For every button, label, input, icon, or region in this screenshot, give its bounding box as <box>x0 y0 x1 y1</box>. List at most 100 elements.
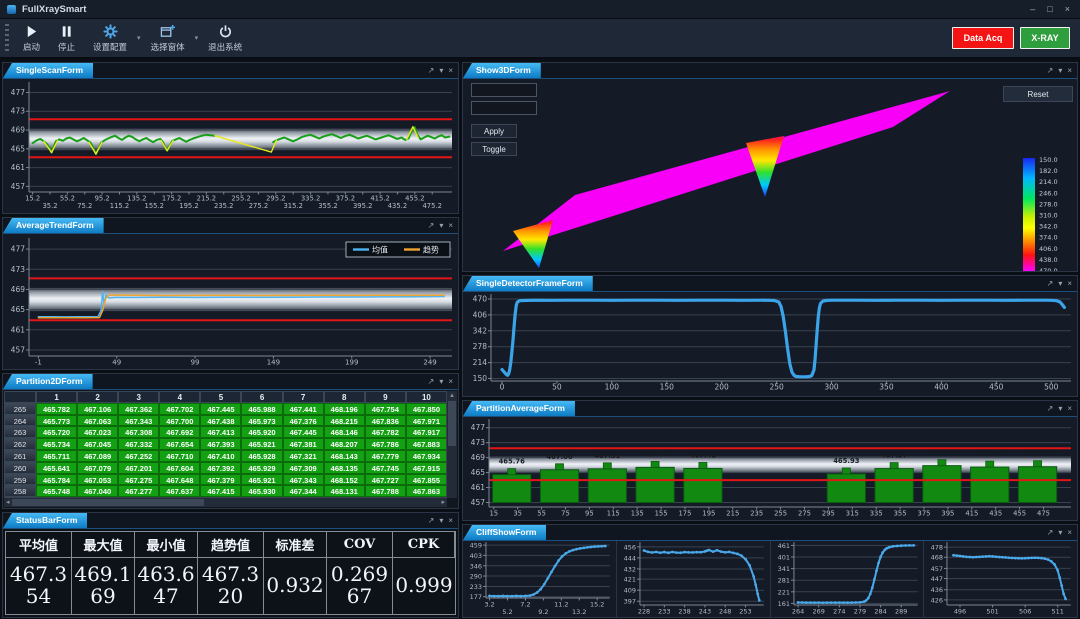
maximize-icon[interactable]: □ <box>1047 4 1052 14</box>
table-cell[interactable]: 467.413 <box>200 426 241 438</box>
table-column-header[interactable]: 10 <box>406 391 447 403</box>
table-cell[interactable]: 467.692 <box>159 426 200 438</box>
partition-table[interactable]: 12345678910265465.782467.106467.362467.7… <box>4 391 447 498</box>
table-cell[interactable]: 468.146 <box>324 426 365 438</box>
table-cell[interactable]: 467.332 <box>118 438 159 450</box>
table-row-header[interactable]: 262 <box>4 438 36 450</box>
table-column-header[interactable]: 1 <box>36 391 77 403</box>
table-vertical-scrollbar[interactable]: ▴ <box>446 391 457 498</box>
table-cell[interactable]: 468.135 <box>324 462 365 474</box>
tab-average-trend[interactable]: AverageTrendForm <box>3 218 104 233</box>
toolbar-button-settings[interactable]: 设置配置 <box>84 22 136 55</box>
close-icon[interactable]: × <box>448 66 453 75</box>
vertical-scroll-thumb[interactable] <box>448 401 456 446</box>
table-cell[interactable]: 468.196 <box>324 403 365 415</box>
table-cell[interactable]: 467.782 <box>365 426 406 438</box>
table-cell[interactable]: 467.700 <box>159 415 200 427</box>
float-icon[interactable]: ↗ <box>428 221 435 230</box>
table-cell[interactable]: 467.308 <box>118 426 159 438</box>
table-row-header[interactable]: 264 <box>4 415 36 427</box>
tab-status-bar[interactable]: StatusBarForm <box>3 513 87 528</box>
table-cell[interactable]: 467.343 <box>283 474 324 486</box>
table-cell[interactable]: 467.883 <box>406 438 447 450</box>
toolbar-button-stop[interactable]: 停止 <box>49 22 84 55</box>
close-icon[interactable]: × <box>448 377 453 386</box>
table-column-header[interactable]: 2 <box>77 391 118 403</box>
collapse-icon[interactable]: ▾ <box>439 66 443 75</box>
table-cell[interactable]: 467.702 <box>159 403 200 415</box>
table-cell[interactable]: 467.850 <box>406 403 447 415</box>
table-cell[interactable]: 467.934 <box>406 450 447 462</box>
table-cell[interactable]: 467.445 <box>200 403 241 415</box>
table-cell[interactable]: 468.143 <box>324 450 365 462</box>
table-cell[interactable]: 467.277 <box>118 485 159 497</box>
table-row-header[interactable]: 259 <box>4 474 36 486</box>
surface-3d-plot[interactable]: 150.0182.0214.0246.0278.0310.0342.0374.0… <box>463 79 1077 271</box>
collapse-icon[interactable]: ▾ <box>439 377 443 386</box>
table-cell[interactable]: 467.855 <box>406 474 447 486</box>
table-horizontal-scrollbar[interactable]: ◂▸ <box>4 497 447 507</box>
reset-button[interactable]: Reset <box>1003 86 1073 102</box>
close-icon[interactable]: × <box>1067 528 1072 537</box>
table-column-header[interactable]: 7 <box>283 391 324 403</box>
table-cell[interactable]: 467.040 <box>77 485 118 497</box>
toggle-button[interactable]: Toggle <box>471 142 517 156</box>
float-icon[interactable]: ↗ <box>428 377 435 386</box>
table-cell[interactable]: 465.921 <box>241 438 282 450</box>
close-icon[interactable]: × <box>1067 404 1072 413</box>
table-cell[interactable]: 467.379 <box>200 474 241 486</box>
threed-input-2[interactable] <box>471 101 537 115</box>
table-column-header[interactable]: 6 <box>241 391 282 403</box>
collapse-icon[interactable]: ▾ <box>1058 404 1062 413</box>
table-cell[interactable]: 467.392 <box>200 462 241 474</box>
table-row-header[interactable]: 260 <box>4 462 36 474</box>
table-cell[interactable]: 465.720 <box>36 426 77 438</box>
tab-single-scan[interactable]: SingleScanForm <box>3 63 93 78</box>
table-cell[interactable]: 467.079 <box>77 462 118 474</box>
table-cell[interactable]: 467.710 <box>159 450 200 462</box>
float-icon[interactable]: ↗ <box>1047 528 1054 537</box>
table-row-header[interactable]: 263 <box>4 426 36 438</box>
table-cell[interactable]: 465.929 <box>241 462 282 474</box>
table-row-header[interactable]: 265 <box>4 403 36 415</box>
close-icon[interactable]: × <box>1065 4 1070 14</box>
table-cell[interactable]: 467.445 <box>283 426 324 438</box>
table-column-header[interactable]: 9 <box>365 391 406 403</box>
table-cell[interactable]: 467.745 <box>365 462 406 474</box>
tab-partition-2d[interactable]: Partition2DForm <box>3 374 93 389</box>
float-icon[interactable]: ↗ <box>1047 66 1054 75</box>
table-cell[interactable]: 467.201 <box>118 462 159 474</box>
table-cell[interactable]: 467.063 <box>77 415 118 427</box>
float-icon[interactable]: ↗ <box>1047 404 1054 413</box>
collapse-icon[interactable]: ▾ <box>1058 279 1062 288</box>
table-cell[interactable]: 467.415 <box>200 485 241 497</box>
table-cell[interactable]: 467.786 <box>365 438 406 450</box>
table-cell[interactable]: 467.393 <box>200 438 241 450</box>
table-column-header[interactable]: 8 <box>324 391 365 403</box>
collapse-icon[interactable]: ▾ <box>439 221 443 230</box>
table-cell[interactable]: 467.754 <box>365 403 406 415</box>
table-cell[interactable]: 465.773 <box>36 415 77 427</box>
table-cell[interactable]: 467.045 <box>77 438 118 450</box>
table-cell[interactable]: 467.362 <box>118 403 159 415</box>
collapse-icon[interactable]: ▾ <box>439 516 443 525</box>
table-cell[interactable]: 465.988 <box>241 403 282 415</box>
close-icon[interactable]: × <box>448 221 453 230</box>
table-cell[interactable]: 465.748 <box>36 485 77 497</box>
close-icon[interactable]: × <box>448 516 453 525</box>
table-cell[interactable]: 465.921 <box>241 474 282 486</box>
scroll-right-icon[interactable]: ▸ <box>439 498 447 507</box>
apply-button[interactable]: Apply <box>471 124 517 138</box>
table-cell[interactable]: 468.131 <box>324 485 365 497</box>
table-cell[interactable]: 467.275 <box>118 474 159 486</box>
table-cell[interactable]: 467.654 <box>159 438 200 450</box>
table-cell[interactable]: 468.207 <box>324 438 365 450</box>
table-cell[interactable]: 465.928 <box>241 450 282 462</box>
dropdown-arrow-icon[interactable]: ▾ <box>195 34 199 42</box>
table-cell[interactable]: 465.973 <box>241 415 282 427</box>
table-cell[interactable]: 465.920 <box>241 426 282 438</box>
close-icon[interactable]: × <box>1067 66 1072 75</box>
table-cell[interactable]: 467.344 <box>283 485 324 497</box>
table-cell[interactable]: 467.441 <box>283 403 324 415</box>
table-cell[interactable]: 467.779 <box>365 450 406 462</box>
